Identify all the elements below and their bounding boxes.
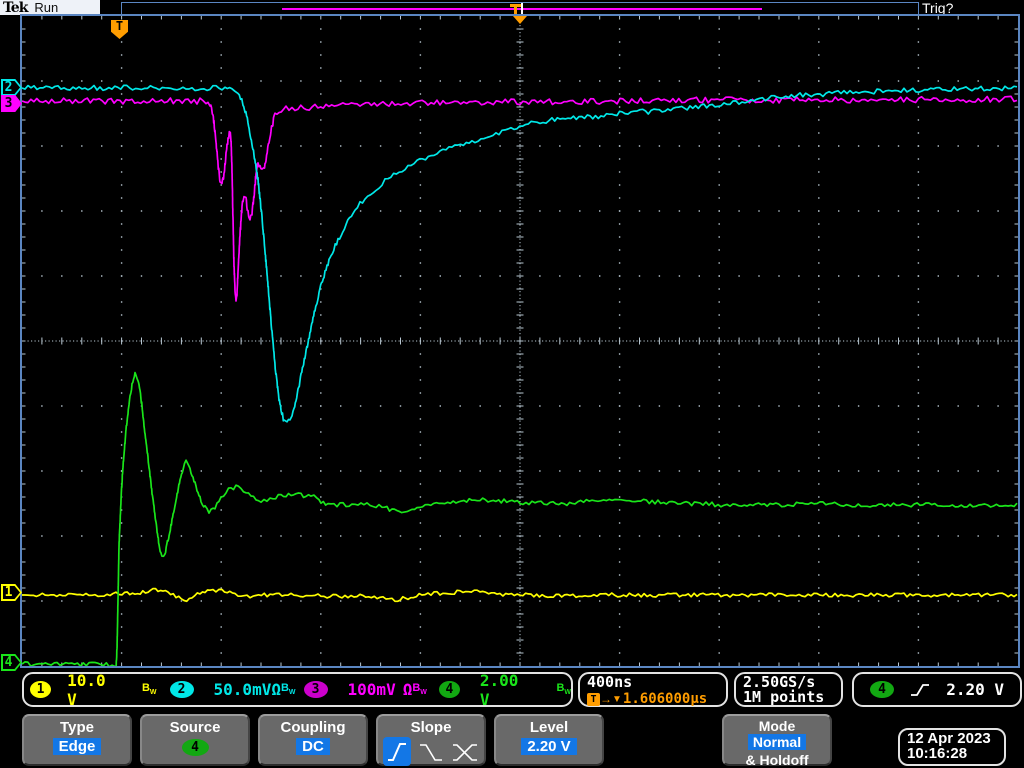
ch3-scale: 100mV: [347, 680, 396, 699]
tek-logo-area: Tek Run: [0, 0, 100, 16]
menu-slope-button[interactable]: Slope: [376, 714, 486, 766]
menu-mode-value: Normal: [747, 734, 807, 750]
ch1-badge: 1: [30, 681, 52, 698]
menu-type-button[interactable]: Type Edge: [22, 714, 132, 766]
ch3-ohm-label: Ω: [402, 680, 413, 699]
rising-edge-icon: [911, 683, 930, 696]
menu-type-label: Type: [60, 719, 94, 736]
menu-mode-label: Mode: [758, 718, 796, 734]
menu-mode-value2: & Holdoff: [745, 752, 809, 768]
ch3-bw-limit-badge: BW: [412, 682, 427, 697]
ch3-badge: 3: [303, 681, 328, 698]
status-bar: 1 10.0 V BW 2 50.0mV Ω BW 3 100mV Ω BW 4…: [0, 668, 1024, 712]
channel-readouts-box: 1 10.0 V BW 2 50.0mV Ω BW 3 100mV Ω BW 4…: [22, 670, 573, 709]
rising-edge-icon[interactable]: [383, 737, 411, 766]
trigger-t-chip-icon: T: [587, 692, 600, 706]
ch2-readout[interactable]: 2 50.0mV Ω BW: [169, 680, 296, 699]
ch2-marker-label: 2: [4, 80, 13, 95]
ch2-badge: 2: [169, 681, 194, 698]
trigger-source-badge: 4: [870, 681, 894, 698]
trigger-flag-label: T: [115, 19, 124, 33]
ch4-marker-label: 4: [4, 655, 13, 670]
menu-coupling-value: DC: [296, 738, 330, 755]
arrow-icon: →: [600, 691, 612, 706]
menu-coupling-label: Coupling: [280, 719, 346, 736]
menu-source-value-badge: 4: [181, 739, 209, 756]
trigger-level-value: 2.20 V: [946, 680, 1004, 699]
menu-type-value: Edge: [52, 738, 102, 755]
trigger-readout-box: 4 2.20 V: [852, 672, 1022, 707]
menu-level-button[interactable]: Level 2.20 V: [494, 714, 604, 766]
menu-source-label: Source: [169, 719, 221, 736]
ch1-scale: 10.0 V: [67, 670, 106, 709]
datetime-box: 12 Apr 2023 10:16:28: [898, 728, 1006, 766]
ch1-marker-label: 1: [4, 585, 13, 600]
menu-level-value: 2.20 V: [521, 738, 577, 755]
ch2-position-marker[interactable]: 2: [1, 79, 22, 96]
ch2-ohm-label: Ω: [271, 680, 281, 699]
horizontal-scale: 400ns: [587, 673, 633, 691]
acquisition-readout-box: 2.50GS/s 1M points: [734, 672, 843, 707]
ch3-marker-label: 3: [4, 96, 13, 111]
falling-edge-icon[interactable]: [418, 740, 444, 764]
ch1-bw-limit-badge: BW: [141, 682, 157, 697]
ch1-position-marker[interactable]: 1: [1, 584, 22, 601]
slope-options: [378, 737, 484, 766]
ch2-scale: 50.0mV: [213, 680, 272, 699]
time-label: 10:16:28: [907, 745, 968, 762]
record-length: 1M points: [743, 688, 825, 706]
menu-slope-label: Slope: [410, 719, 452, 736]
ch4-bw-limit-badge: BW: [556, 682, 571, 697]
menu-coupling-button[interactable]: Coupling DC: [258, 714, 368, 766]
date-label: 12 Apr 2023: [907, 730, 991, 747]
horizontal-delay: T → ▼ 1.606000µs: [587, 691, 726, 707]
waveform-svg: [22, 16, 1018, 666]
expansion-point-icon: [513, 16, 527, 24]
acquisition-status: Run: [34, 0, 59, 15]
ch1-readout[interactable]: 1 10.0 V BW: [30, 671, 157, 709]
menu-mode-button[interactable]: Mode Normal & Holdoff: [722, 714, 832, 768]
either-edge-icon[interactable]: [451, 740, 479, 764]
graticule-frame: [20, 14, 1020, 668]
ch4-badge: 4: [438, 681, 460, 698]
delay-value: 1.606000µs: [622, 691, 708, 707]
ch3-readout[interactable]: 3 100mV Ω BW: [303, 680, 427, 699]
ch2-bw-limit-badge: BW: [280, 682, 296, 697]
ch3-position-marker[interactable]: 3: [1, 95, 22, 112]
expansion-mark-icon: ▼: [612, 693, 622, 705]
ch4-readout[interactable]: 4 2.00 V BW: [438, 670, 571, 709]
horizontal-readout-box: 400ns T → ▼ 1.606000µs: [578, 672, 728, 707]
menu-level-label: Level: [529, 719, 569, 736]
bottom-menu-bar: Type Edge Source 4 Coupling DC Slope Lev…: [0, 712, 1024, 768]
ch4-scale: 2.00 V: [479, 670, 519, 709]
menu-source-button[interactable]: Source 4: [140, 714, 250, 766]
